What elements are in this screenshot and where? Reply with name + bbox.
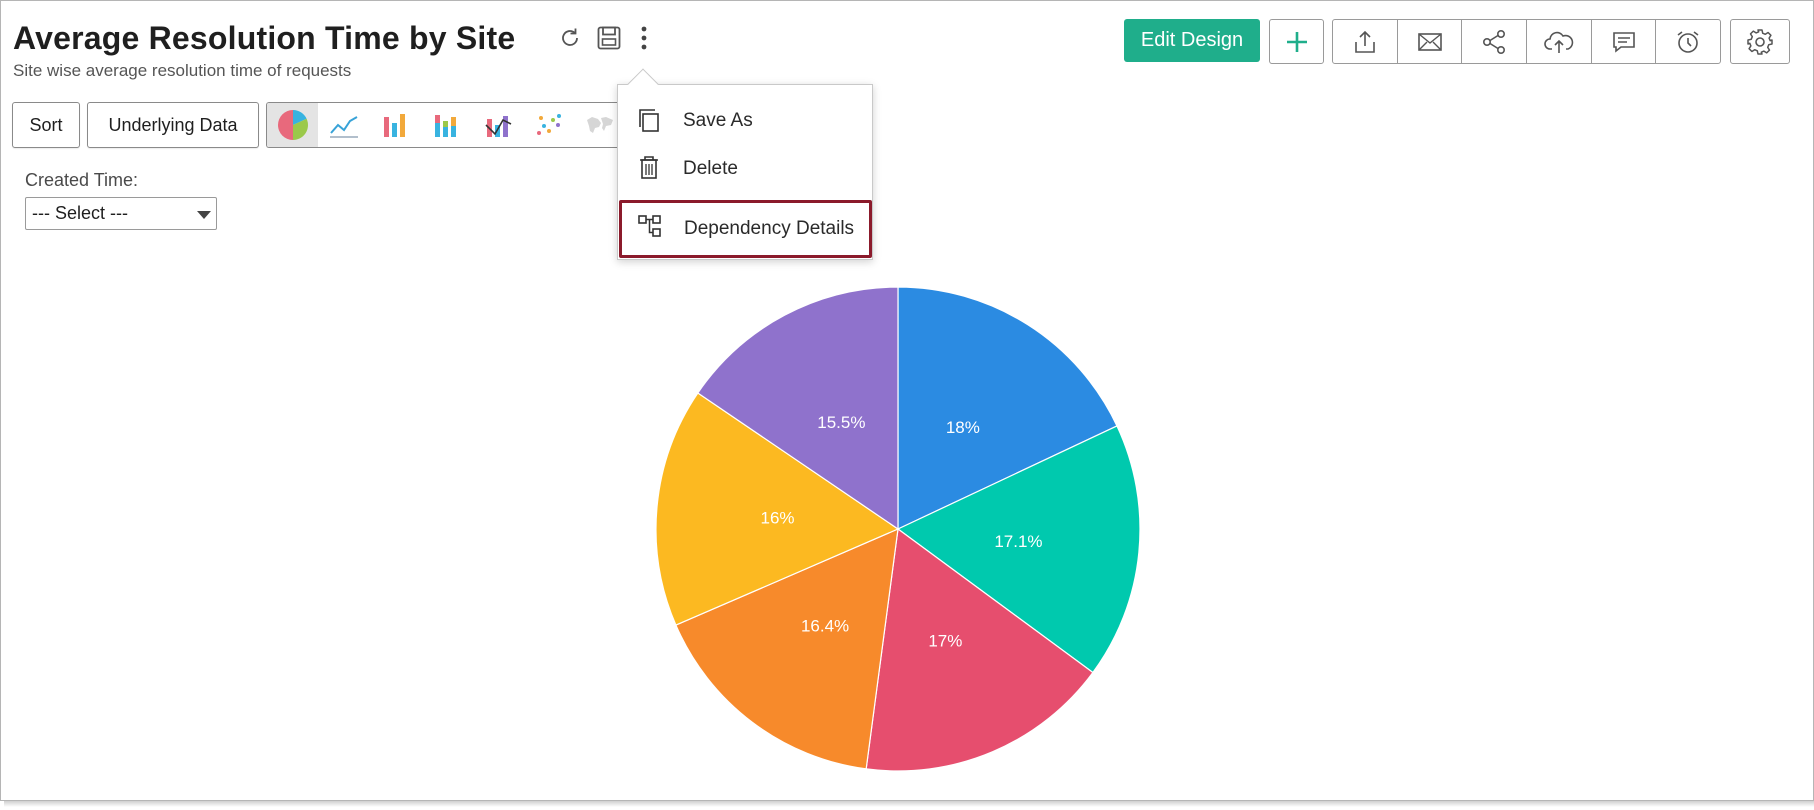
underlying-data-button[interactable]: Underlying Data [87,102,259,148]
combination-chart-option[interactable] [472,103,523,147]
email-icon [1417,32,1442,51]
more-options-menu: Save As Delete Dependency Details [617,84,873,260]
chart-type-switcher [266,102,626,148]
add-button[interactable] [1269,19,1324,64]
menu-item-dependency-details[interactable]: Dependency Details [619,200,872,258]
stacked-bar-chart-icon [435,115,457,137]
alarm-button[interactable] [1656,20,1720,63]
scatter-chart-icon [537,114,562,135]
combination-chart-icon [485,116,512,137]
menu-item-label: Delete [683,158,738,179]
sort-button[interactable]: Sort [12,102,80,148]
email-button[interactable] [1398,20,1463,63]
more-vertical-icon[interactable] [630,24,658,52]
export-icon [1355,30,1375,53]
export-button[interactable] [1333,20,1398,63]
stacked-bar-chart-option[interactable] [421,103,472,147]
pie-slice-label: 17% [928,631,962,650]
created-time-select-value: --- Select --- [32,203,128,223]
comment-button[interactable] [1592,20,1657,63]
trash-icon [640,156,658,179]
pie-slice-label: 15.5% [817,413,865,432]
line-chart-option[interactable] [318,103,369,147]
page-subtitle: Site wise average resolution time of req… [13,61,352,80]
menu-item-label: Save As [683,110,753,131]
map-chart-icon [587,117,614,133]
pie-chart-option[interactable] [267,103,319,147]
pie-chart-icon [277,110,308,140]
dependency-icon [638,215,661,237]
created-time-select[interactable]: --- Select --- [25,197,217,230]
edit-design-button[interactable]: Edit Design [1124,19,1260,62]
scatter-chart-option[interactable] [523,103,574,147]
created-time-label: Created Time: [25,170,139,190]
pie-chart: 18% 17.1% 17% 16.4% 16% 15.5% [655,286,1141,772]
settings-icon [1747,28,1773,55]
pie-slice-label: 16.4% [801,617,849,636]
panel-shadow [4,801,1814,807]
share-icon [1483,29,1506,54]
page-title: Average Resolution Time by Site [13,20,516,56]
add-icon [1286,31,1307,52]
pie-slice-label: 18% [946,418,980,437]
line-chart-icon [329,116,358,138]
bar-chart-option[interactable] [370,103,421,147]
bar-chart-icon [384,114,406,137]
menu-item-delete[interactable]: Delete [618,147,872,191]
save-icon[interactable] [595,24,623,52]
chevron-down-icon [197,211,211,219]
comment-icon [1612,31,1635,53]
alarm-icon [1677,30,1699,53]
menu-item-save-as[interactable]: Save As [618,99,872,143]
refresh-icon[interactable] [556,24,584,52]
publish-button[interactable] [1527,20,1592,63]
copy-icon [639,109,659,132]
settings-button[interactable] [1730,19,1790,64]
toolbar-group [1332,19,1721,64]
share-button[interactable] [1462,20,1528,63]
pie-slice-label: 16% [761,509,795,528]
publish-icon [1544,31,1574,53]
menu-item-label: Dependency Details [684,218,855,239]
pie-slice-label: 17.1% [994,532,1042,551]
